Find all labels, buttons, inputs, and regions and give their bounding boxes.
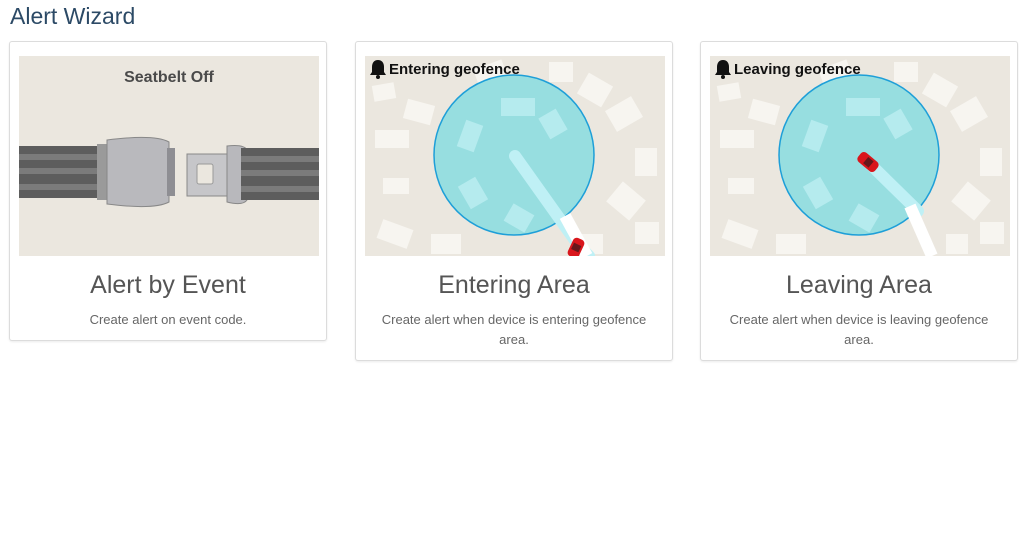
- entering-geofence-map: [365, 56, 665, 256]
- entering-geofence-image: Entering geofence: [365, 56, 665, 256]
- leaving-area-card[interactable]: Leaving geofence Leaving Area Create ale…: [700, 41, 1018, 361]
- leaving-geofence-image: Leaving geofence: [710, 56, 1010, 256]
- leaving-geofence-map: [710, 56, 1010, 256]
- alert-by-event-card[interactable]: Seatbelt Off Alert by Event Create alert…: [9, 41, 327, 341]
- card-title: Leaving Area: [786, 271, 932, 299]
- card-description: Create alert on event code.: [89, 312, 247, 327]
- bell-icon: [714, 59, 732, 79]
- bell-icon: [369, 59, 387, 79]
- entering-geofence-caption: Entering geofence: [389, 60, 520, 78]
- leaving-geofence-label: Leaving geofence: [714, 59, 861, 79]
- card-title: Entering Area: [438, 271, 590, 299]
- entering-area-card[interactable]: Entering geofence Entering Area Create a…: [355, 41, 673, 361]
- page-title: Alert Wizard: [10, 3, 136, 29]
- card-description: Create alert when device is leaving geof…: [729, 312, 989, 347]
- card-title: Alert by Event: [90, 271, 246, 299]
- card-description: Create alert when device is entering geo…: [381, 312, 647, 347]
- seatbelt-caption: Seatbelt Off: [124, 69, 214, 86]
- leaving-geofence-caption: Leaving geofence: [734, 60, 861, 78]
- entering-geofence-label: Entering geofence: [369, 59, 520, 79]
- seatbelt-image: Seatbelt Off: [19, 56, 319, 256]
